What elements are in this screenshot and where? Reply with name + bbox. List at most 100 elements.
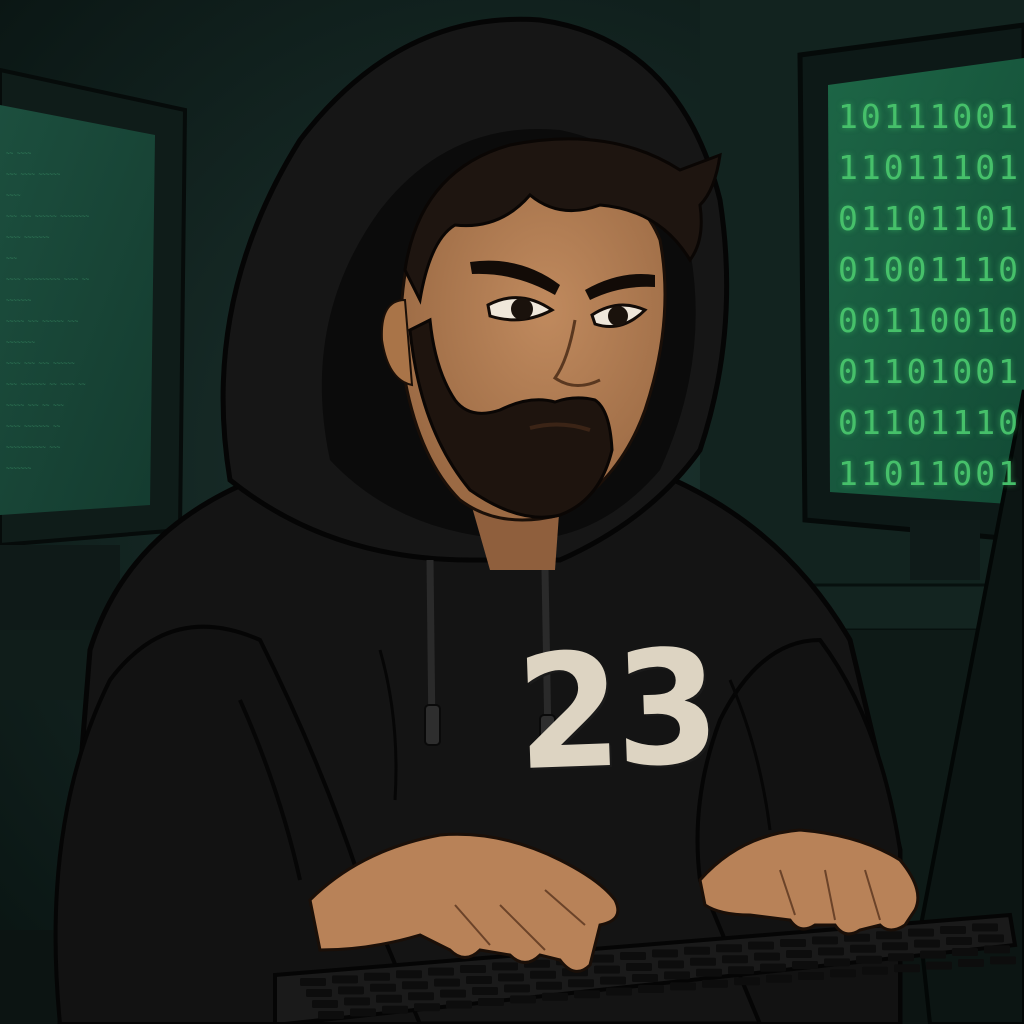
keyboard-key	[530, 970, 556, 979]
keyboard-key	[626, 963, 652, 971]
keyboard-key	[658, 960, 684, 969]
keyboard-key	[574, 990, 600, 999]
keyboard-key	[888, 953, 914, 962]
keyboard-key	[396, 970, 422, 979]
keyboard-key	[990, 956, 1016, 965]
binary-row: 11011101	[838, 148, 1021, 187]
code-line: ~~~~ ~~~~~~~~~~ ~~~~ ~~	[6, 276, 90, 283]
keyboard-key	[926, 961, 952, 970]
binary-row: 10111001	[838, 97, 1021, 136]
keyboard-key	[876, 931, 902, 940]
keyboard-key	[428, 967, 454, 976]
keyboard-key	[786, 950, 812, 958]
keyboard-key	[882, 942, 908, 951]
keyboard-key	[536, 981, 562, 990]
keyboard-key	[946, 937, 972, 945]
keyboard-key	[652, 949, 678, 958]
code-line: ~~~~~ ~~~ ~~ ~~~	[6, 402, 64, 409]
keyboard-key	[376, 994, 402, 1003]
keyboard-key	[722, 955, 748, 964]
keyboard-key	[734, 977, 760, 986]
keyboard-key	[350, 1008, 376, 1017]
binary-row: 01101110	[838, 403, 1021, 442]
code-line: ~~~~~~~	[6, 297, 32, 304]
keyboard-key	[460, 965, 486, 973]
keyboard-key	[728, 966, 754, 975]
code-line: ~~~ ~~~~ ~~~~~~	[6, 171, 61, 178]
keyboard-key	[690, 957, 716, 966]
keyboard-key	[856, 955, 882, 964]
keyboard-key	[300, 978, 326, 986]
keyboard-key	[504, 984, 530, 993]
keyboard-key	[498, 973, 524, 982]
binary-row: 00110010	[838, 301, 1021, 340]
keyboard-key	[664, 971, 690, 980]
keyboard-key	[606, 987, 632, 996]
code-line: ~~~ ~~~ ~~~~~~ ~~~~~~~~	[6, 213, 90, 220]
code-line: ~~~~ ~~~~~~~	[6, 234, 50, 241]
keyboard-key	[632, 974, 658, 982]
keyboard-key	[638, 985, 664, 993]
binary-row: 01001110	[838, 250, 1021, 289]
keyboard-key	[830, 969, 856, 978]
keyboard-key	[850, 944, 876, 953]
keyboard-key	[920, 950, 946, 959]
keyboard-key	[952, 948, 978, 956]
keyboard-key	[492, 962, 518, 971]
code-line: ~~ ~~~~	[6, 150, 32, 157]
keyboard-key	[478, 998, 504, 1006]
keyboard-key	[766, 974, 792, 983]
keyboard-key	[798, 972, 824, 980]
keyboard-key	[702, 979, 728, 988]
keyboard-key	[754, 952, 780, 961]
keyboard-key	[472, 987, 498, 995]
keyboard-key	[446, 1000, 472, 1009]
keyboard-key	[364, 972, 390, 981]
code-line: ~~~~~ ~~~ ~~~~~~ ~~~	[6, 318, 79, 325]
binary-row: 11011001	[838, 454, 1021, 493]
binary-row: 01101001	[838, 352, 1021, 391]
code-line: ~~~~	[6, 192, 21, 199]
keyboard-key	[434, 978, 460, 987]
keyboard-key	[716, 944, 742, 953]
keyboard-key	[958, 959, 984, 967]
keyboard-key	[542, 992, 568, 1001]
keyboard-key	[940, 926, 966, 934]
code-line: ~~~~~~~~	[6, 339, 35, 346]
binary-row: 01101101	[838, 199, 1021, 238]
keyboard-key	[978, 934, 1004, 943]
keyboard-key	[670, 982, 696, 991]
keyboard-key	[780, 939, 806, 947]
keyboard-key	[382, 1005, 408, 1014]
keyboard-key	[812, 936, 838, 945]
keyboard-key	[594, 965, 620, 974]
keyboard-key	[696, 968, 722, 977]
keyboard-key	[306, 989, 332, 997]
code-line: ~~~~ ~~~ ~~~ ~~~~~~	[6, 360, 75, 367]
keyboard-key	[748, 941, 774, 950]
keyboard-key	[862, 966, 888, 975]
keyboard-key	[344, 997, 370, 1006]
keyboard-key	[914, 939, 940, 948]
keyboard-key	[332, 975, 358, 984]
keyboard-key	[466, 976, 492, 984]
keyboard-key	[824, 958, 850, 967]
keyboard-key	[818, 947, 844, 956]
keyboard-key	[318, 1011, 344, 1019]
code-line: ~~~	[6, 255, 17, 262]
keyboard-key	[510, 995, 536, 1004]
keyboard-key	[600, 976, 626, 985]
keyboard-key	[370, 983, 396, 992]
keyboard-key	[984, 945, 1010, 954]
keyboard-key	[568, 979, 594, 988]
code-line: ~~~ ~~~~~~~ ~~ ~~~~ ~~	[6, 381, 86, 388]
keyboard-key	[972, 923, 998, 932]
keyboard-key	[908, 928, 934, 937]
jersey-number: 23	[513, 616, 717, 806]
code-line: ~~~~ ~~~~~~~ ~~	[6, 423, 61, 430]
keyboard-key	[408, 992, 434, 1001]
code-line: ~~~~~~~	[6, 465, 32, 472]
keyboard-key	[760, 963, 786, 972]
keyboard-key	[338, 986, 364, 995]
keyboard-key	[620, 952, 646, 960]
